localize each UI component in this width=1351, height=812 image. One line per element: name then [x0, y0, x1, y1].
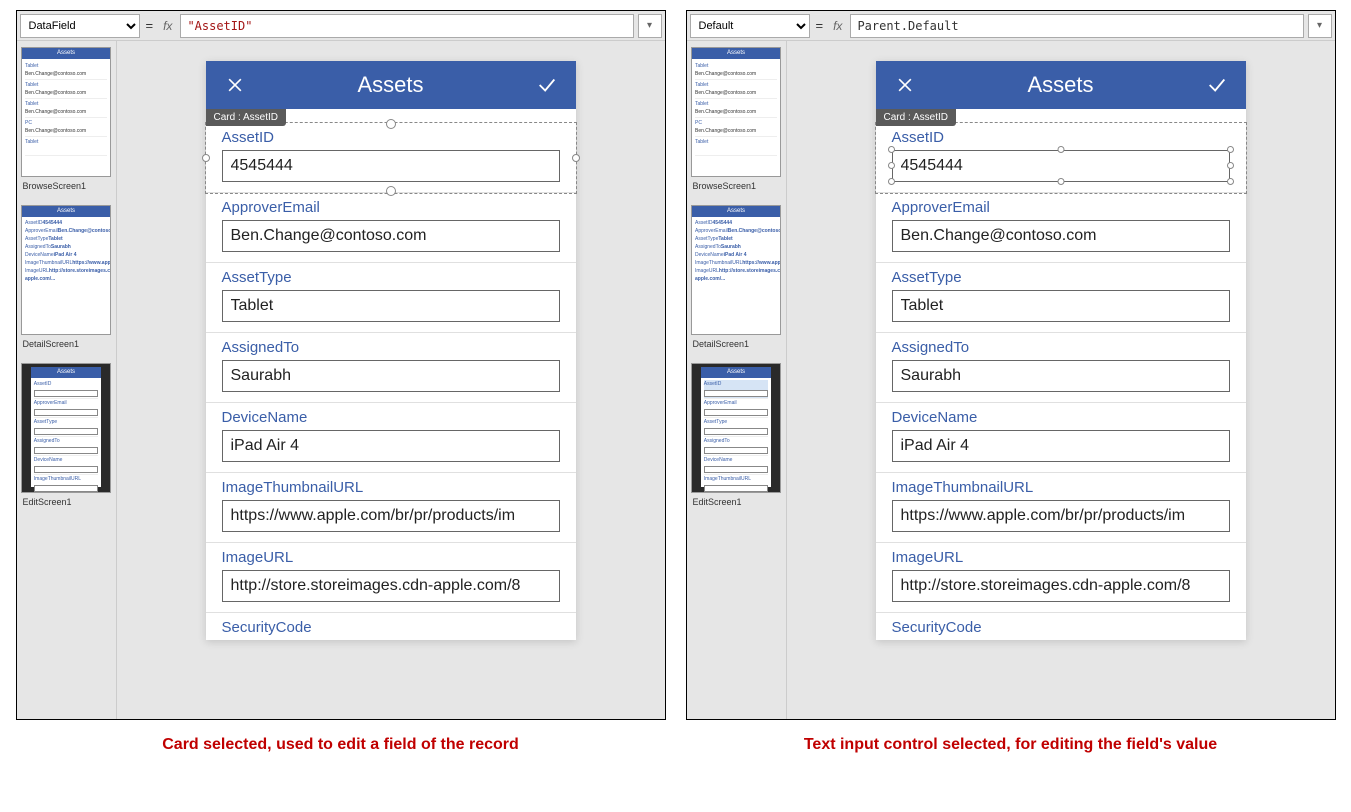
- field-input-devicename[interactable]: [892, 430, 1230, 462]
- thumb-browse-screen[interactable]: Assets TabletBen.Change@contoso.com Tabl…: [691, 47, 781, 177]
- field-label: SecurityCode: [222, 619, 560, 636]
- formula-expand-button[interactable]: ▾: [1308, 14, 1332, 38]
- fx-icon: fx: [159, 19, 176, 33]
- field-input-assetid[interactable]: [222, 150, 560, 182]
- formula-input[interactable]: [180, 14, 633, 38]
- field-label: AssignedTo: [892, 339, 1230, 356]
- card-assettype[interactable]: AssetType: [206, 263, 576, 333]
- thumb-browse-label: BrowseScreen1: [691, 181, 782, 191]
- check-icon[interactable]: [536, 74, 558, 96]
- field-input-assettype[interactable]: [222, 290, 560, 322]
- formula-expand-button[interactable]: ▾: [638, 14, 662, 38]
- right-panel-wrap: Default = fx ▾ Assets TabletBen.Change@c…: [686, 10, 1336, 754]
- property-dropdown[interactable]: DataField: [20, 14, 140, 38]
- thumb-detail-screen[interactable]: Assets AssetID4545444 ApproverEmailBen.C…: [21, 205, 111, 335]
- field-input-imagethumbnailurl[interactable]: [222, 500, 560, 532]
- card-devicename[interactable]: DeviceName: [206, 403, 576, 473]
- phone-canvas[interactable]: Assets Card : AssetID AssetID: [206, 61, 576, 640]
- card-approveremail[interactable]: ApproverEmail: [206, 193, 576, 263]
- field-label: ImageURL: [222, 549, 560, 566]
- card-imagethumbnailurl[interactable]: ImageThumbnailURL: [206, 473, 576, 543]
- field-label: SecurityCode: [892, 619, 1230, 636]
- card-tag: Card : AssetID: [206, 109, 286, 126]
- fx-icon: fx: [829, 19, 846, 33]
- formula-input[interactable]: [850, 14, 1303, 38]
- card-tag: Card : AssetID: [876, 109, 956, 126]
- card-assettype[interactable]: AssetType: [876, 263, 1246, 333]
- field-label: AssetType: [892, 269, 1230, 286]
- check-icon[interactable]: [1206, 74, 1228, 96]
- card-approveremail[interactable]: ApproverEmail: [876, 193, 1246, 263]
- field-label: ApproverEmail: [892, 199, 1230, 216]
- field-input-imageurl[interactable]: [222, 570, 560, 602]
- close-icon[interactable]: [224, 74, 246, 96]
- field-label: AssetID: [222, 129, 560, 146]
- card-assignedto[interactable]: AssignedTo: [876, 333, 1246, 403]
- card-assignedto[interactable]: AssignedTo: [206, 333, 576, 403]
- field-input-imageurl[interactable]: [892, 570, 1230, 602]
- screen-thumbnail-rail: Assets TabletBen.Change@contoso.com Tabl…: [687, 41, 787, 719]
- field-label: ImageThumbnailURL: [222, 479, 560, 496]
- formula-bar-left: DataField = fx ▾: [17, 11, 665, 41]
- card-imageurl[interactable]: ImageURL: [206, 543, 576, 613]
- field-input-imagethumbnailurl[interactable]: [892, 500, 1230, 532]
- field-input-devicename[interactable]: [222, 430, 560, 462]
- close-icon[interactable]: [894, 74, 916, 96]
- card-securitycode[interactable]: SecurityCode: [206, 613, 576, 636]
- thumb-browse-label: BrowseScreen1: [21, 181, 112, 191]
- app-title: Assets: [357, 72, 423, 98]
- field-label: DeviceName: [222, 409, 560, 426]
- field-label: AssetType: [222, 269, 560, 286]
- field-label: ApproverEmail: [222, 199, 560, 216]
- field-input-assignedto[interactable]: [892, 360, 1230, 392]
- formula-bar-right: Default = fx ▾: [687, 11, 1335, 41]
- field-input-approveremail[interactable]: [892, 220, 1230, 252]
- card-imageurl[interactable]: ImageURL: [876, 543, 1246, 613]
- field-input-assignedto[interactable]: [222, 360, 560, 392]
- card-assetid[interactable]: AssetID: [876, 123, 1246, 193]
- field-label: ImageURL: [892, 549, 1230, 566]
- left-caption: Card selected, used to edit a field of t…: [16, 736, 666, 754]
- thumb-edit-screen[interactable]: Assets AssetID ApproverEmail AssetType A…: [21, 363, 111, 493]
- field-label: ImageThumbnailURL: [892, 479, 1230, 496]
- card-assetid[interactable]: AssetID: [206, 123, 576, 193]
- screen-thumbnail-rail: Assets TabletBen.Change@contoso.com Tabl…: [17, 41, 117, 719]
- field-label: AssetID: [892, 129, 1230, 146]
- thumb-browse-screen[interactable]: Assets TabletBen.Change@contoso.com Tabl…: [21, 47, 111, 177]
- field-label: DeviceName: [892, 409, 1230, 426]
- thumb-detail-screen[interactable]: Assets AssetID4545444 ApproverEmailBen.C…: [691, 205, 781, 335]
- thumb-edit-label: EditScreen1: [21, 497, 112, 507]
- thumb-edit-screen[interactable]: Assets AssetID ApproverEmail AssetType A…: [691, 363, 781, 493]
- field-input-assettype[interactable]: [892, 290, 1230, 322]
- phone-canvas[interactable]: Assets Card : AssetID AssetID: [876, 61, 1246, 640]
- card-devicename[interactable]: DeviceName: [876, 403, 1246, 473]
- app-title: Assets: [1027, 72, 1093, 98]
- equals-sign: =: [814, 18, 826, 33]
- property-dropdown[interactable]: Default: [690, 14, 810, 38]
- card-securitycode[interactable]: SecurityCode: [876, 613, 1246, 636]
- thumb-detail-label: DetailScreen1: [21, 339, 112, 349]
- card-imagethumbnailurl[interactable]: ImageThumbnailURL: [876, 473, 1246, 543]
- thumb-edit-label: EditScreen1: [691, 497, 782, 507]
- field-input-approveremail[interactable]: [222, 220, 560, 252]
- left-panel-wrap: DataField = fx ▾ Assets TabletBen.Change…: [16, 10, 666, 754]
- equals-sign: =: [144, 18, 156, 33]
- field-label: AssignedTo: [222, 339, 560, 356]
- right-caption: Text input control selected, for editing…: [686, 736, 1336, 754]
- thumb-detail-label: DetailScreen1: [691, 339, 782, 349]
